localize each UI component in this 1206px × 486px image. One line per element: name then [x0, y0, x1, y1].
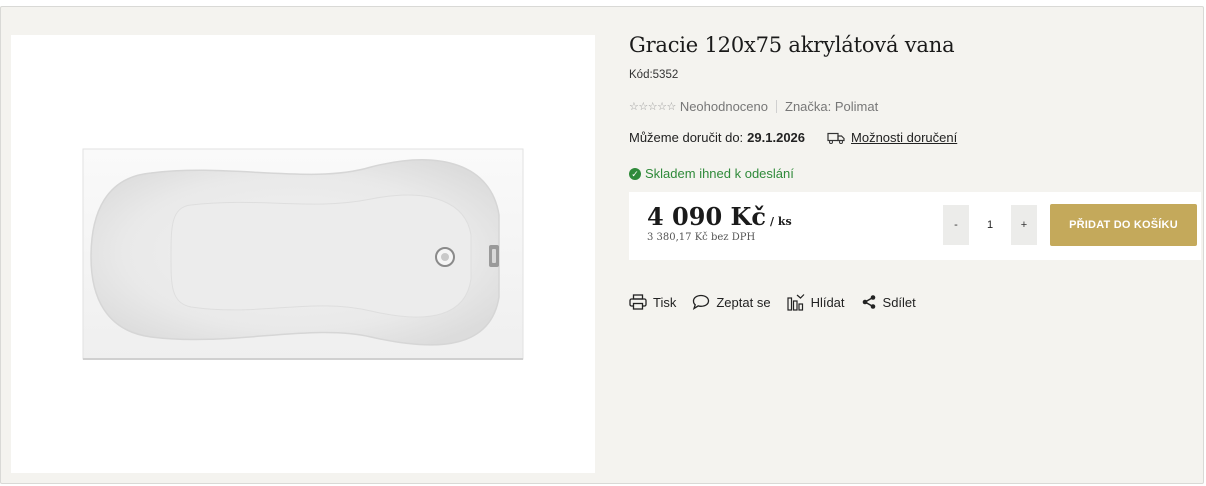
share-action[interactable]: Sdílet: [861, 294, 916, 310]
chat-bubble-icon: [693, 294, 710, 310]
watch-chart-icon: [786, 294, 804, 311]
brand-label[interactable]: Značka: Polimat: [785, 99, 878, 114]
rating-stars-icon[interactable]: ☆☆☆☆☆: [629, 100, 676, 113]
share-icon: [862, 295, 875, 309]
stock-status: ✓ Skladem ihned k odeslání: [629, 166, 794, 181]
add-to-cart-button[interactable]: PŘIDAT DO KOŠÍKU: [1050, 204, 1197, 246]
ask-label: Zeptat se: [716, 294, 771, 310]
truck-icon: [827, 132, 845, 144]
share-label: Sdílet: [882, 294, 916, 310]
delivery-prefix: Můžeme doručit do:: [629, 130, 744, 145]
quantity-decrease-button[interactable]: -: [943, 205, 969, 245]
product-code: Kód:5352: [629, 69, 679, 81]
bathtub-image: [82, 148, 524, 360]
check-circle-icon: ✓: [629, 167, 641, 180]
product-image[interactable]: [11, 35, 595, 473]
ask-action[interactable]: Zeptat se: [692, 294, 771, 310]
delivery-options-link[interactable]: Možnosti doručení: [851, 130, 957, 145]
product-actions: Tisk Zeptat se Hlídat Sdílet: [629, 293, 932, 311]
stock-text: Skladem ihned k odeslání: [645, 166, 794, 181]
product-detail-panel: Gracie 120x75 akrylátová vana Kód:5352 ☆…: [0, 6, 1204, 484]
quantity-stepper: - +: [943, 205, 1037, 245]
divider: [776, 100, 778, 113]
watch-label: Hlídat: [810, 294, 845, 310]
buy-box: 4 090 Kč/ ks 3 380,17 Kč bez DPH - + PŘI…: [629, 192, 1201, 260]
price: 4 090 Kč / ks: [647, 202, 792, 231]
delivery-date: 29.1.2026: [747, 130, 806, 145]
watch-action[interactable]: Hlídat: [786, 293, 845, 311]
quantity-increase-button[interactable]: +: [1011, 205, 1037, 245]
print-action[interactable]: Tisk: [629, 294, 676, 310]
quantity-input[interactable]: [969, 205, 1011, 245]
delivery-row: Můžeme doručit do: 29.1.2026 Možnosti do…: [629, 130, 957, 145]
rating-brand-row: ☆☆☆☆☆ Neohodnoceno Značka: Polimat: [629, 99, 878, 114]
product-title: Gracie 120x75 akrylátová vana: [629, 33, 955, 57]
price-value: 4 090 Kč: [647, 202, 766, 231]
net-price: 3 380,17 Kč bez DPH: [647, 232, 756, 243]
rating-text: Neohodnoceno: [679, 99, 769, 114]
print-label: Tisk: [653, 294, 677, 310]
printer-icon: [629, 294, 647, 310]
price-unit: / ks: [769, 215, 792, 228]
